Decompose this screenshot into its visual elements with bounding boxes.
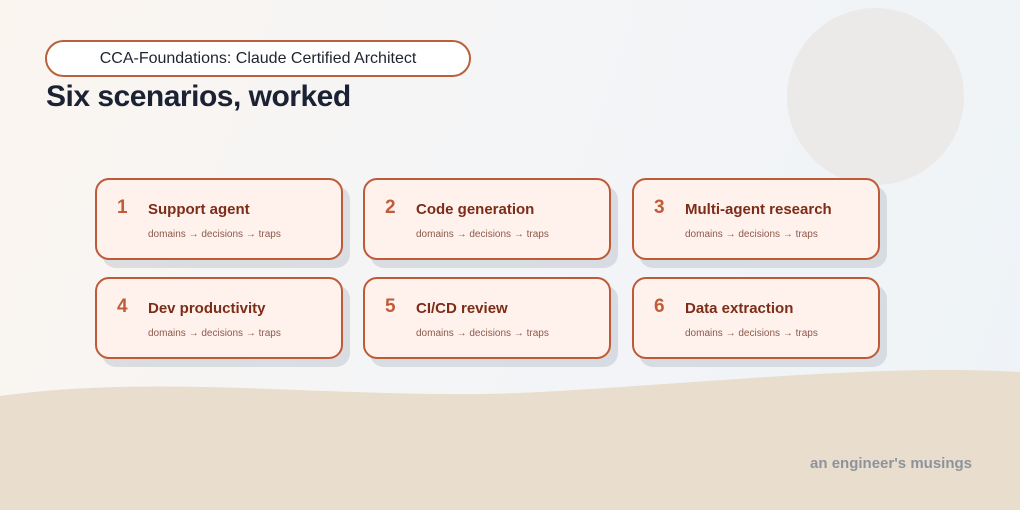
scenario-card-2[interactable]: 2 Code generation domains → decisions → … (363, 178, 611, 260)
scenario-title: Support agent (148, 201, 250, 218)
scenario-number: 4 (117, 296, 128, 317)
scenario-subtitle: domains → decisions → traps (416, 229, 549, 240)
scenario-number: 2 (385, 197, 396, 218)
scenario-card-5[interactable]: 5 CI/CD review domains → decisions → tra… (363, 277, 611, 359)
page-title: Six scenarios, worked (46, 80, 351, 113)
certification-badge: CCA-Foundations: Claude Certified Archit… (45, 40, 471, 77)
scenario-title: Multi-agent research (685, 201, 832, 218)
scenario-title: CI/CD review (416, 300, 508, 317)
scenario-subtitle: domains → decisions → traps (148, 229, 281, 240)
certification-badge-label: CCA-Foundations: Claude Certified Archit… (99, 49, 417, 67)
scenario-title: Code generation (416, 201, 535, 218)
scenario-card-6[interactable]: 6 Data extraction domains → decisions → … (632, 277, 880, 359)
scenario-title: Data extraction (685, 300, 794, 317)
scenario-card-1[interactable]: 1 Support agent domains → decisions → tr… (95, 178, 343, 260)
scenario-subtitle: domains → decisions → traps (685, 328, 818, 339)
scenario-card-4[interactable]: 4 Dev productivity domains → decisions →… (95, 277, 343, 359)
scenario-subtitle: domains → decisions → traps (685, 229, 818, 240)
scenario-number: 3 (654, 197, 665, 218)
scenario-title: Dev productivity (148, 300, 266, 317)
footer-signature: an engineer's musings (810, 455, 972, 472)
scenario-number: 6 (654, 296, 665, 317)
scenario-number: 5 (385, 296, 396, 317)
scenario-number: 1 (117, 197, 128, 218)
scenario-subtitle: domains → decisions → traps (148, 328, 281, 339)
scenario-card-3[interactable]: 3 Multi-agent research domains → decisio… (632, 178, 880, 260)
scenario-subtitle: domains → decisions → traps (416, 328, 549, 339)
